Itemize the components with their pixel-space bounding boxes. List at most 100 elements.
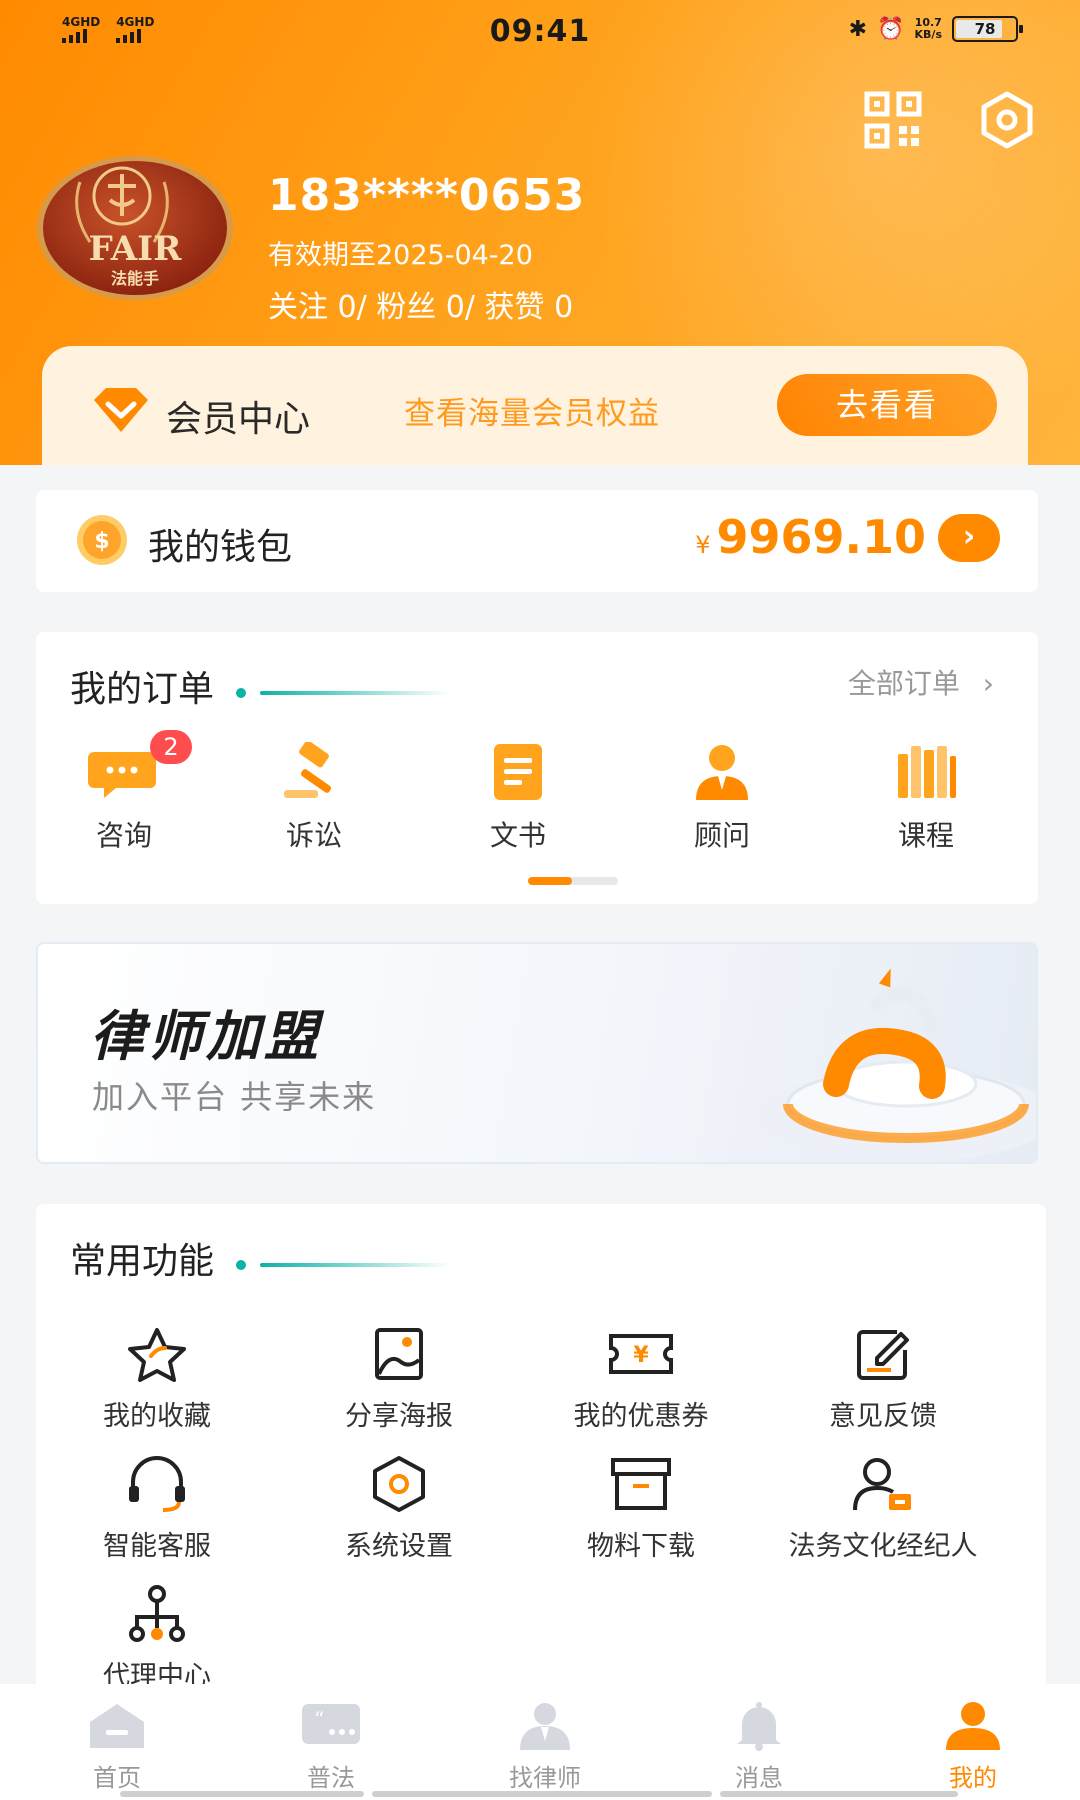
svg-text:¥: ¥: [633, 1343, 649, 1368]
battery-icon: 78: [952, 16, 1023, 42]
qr-code-icon[interactable]: [863, 90, 923, 150]
membership-expiry: 有效期至2025-04-20: [268, 240, 533, 271]
chevron-right-icon[interactable]: ›: [938, 514, 1000, 562]
banner-subtitle: 加入平台 共享未来: [92, 1078, 377, 1116]
coin-icon: $: [76, 514, 128, 566]
order-item-label: 咨询: [95, 819, 152, 852]
tab-messages[interactable]: 消息: [652, 1684, 866, 1800]
tab-label: 首页: [93, 1764, 141, 1792]
function-feedback[interactable]: 意见反馈: [762, 1324, 1004, 1454]
function-label: 我的收藏: [103, 1401, 211, 1432]
my-orders-card: 我的订单 全部订单 › 2 咨询 诉讼 文书 顾问 课程: [36, 632, 1038, 904]
function-favorites[interactable]: 我的收藏: [36, 1324, 278, 1454]
advisor-icon: [696, 745, 748, 800]
function-label: 意见反馈: [829, 1401, 937, 1432]
function-coupons[interactable]: ¥ 我的优惠券: [520, 1324, 762, 1454]
function-label: 系统设置: [345, 1531, 453, 1562]
function-material-download[interactable]: 物料下载: [520, 1454, 762, 1584]
bell-icon: [737, 1702, 781, 1751]
svg-text:“: “: [314, 1707, 324, 1731]
archive-box-icon: [611, 1458, 671, 1510]
books-icon: [898, 746, 956, 798]
order-item-advisor[interactable]: 顾问: [620, 742, 824, 854]
order-item-course[interactable]: 课程: [824, 742, 1028, 854]
chevron-right-icon: ›: [982, 667, 994, 700]
functions-title: 常用功能: [70, 1241, 215, 1282]
order-item-consult[interactable]: 2 咨询: [36, 730, 212, 854]
function-system-settings[interactable]: 系统设置: [278, 1454, 520, 1584]
scroll-indicator: [528, 877, 618, 885]
user-stats[interactable]: 关注 0/ 粉丝 0/ 获赞 0: [268, 282, 585, 326]
tab-label: 普法: [307, 1764, 355, 1792]
network-speed: 10.7 KB/s: [914, 16, 942, 41]
avatar-logo-subtext: 法能手: [111, 269, 159, 288]
tab-label: 找律师: [509, 1764, 581, 1792]
order-item-litigation[interactable]: 诉讼: [212, 742, 416, 854]
function-label: 法务文化经纪人: [788, 1531, 978, 1562]
order-item-label: 顾问: [693, 819, 750, 852]
headset-icon: [129, 1456, 185, 1512]
agent-person-icon: [853, 1458, 911, 1511]
lawyer-icon: [520, 1703, 570, 1750]
lawyer-join-banner[interactable]: 律师加盟 加入平台 共享未来: [36, 942, 1038, 1164]
coupon-icon: ¥: [609, 1334, 673, 1374]
star-icon: [128, 1328, 186, 1382]
title-decoration: [260, 691, 450, 695]
function-label: 我的优惠券: [573, 1401, 709, 1432]
org-tree-icon: [129, 1585, 185, 1642]
bottom-tab-bar: 首页 “ 普法 找律师 消息 我的: [0, 1684, 1080, 1800]
document-icon: [494, 744, 542, 800]
home-indicator: [720, 1791, 958, 1797]
settings-hexagon-icon[interactable]: [977, 90, 1037, 150]
banner-title: 律师加盟: [90, 1005, 322, 1068]
avatar[interactable]: FAIR 法能手: [30, 152, 240, 310]
vip-diamond-icon: [88, 384, 154, 436]
status-bar: 4GHD 4GHD 09:41 ✱ ⏰ 10.7 KB/s 78: [0, 0, 1080, 64]
status-right: ✱ ⏰ 10.7 KB/s 78: [848, 16, 1023, 42]
order-item-document[interactable]: 文书: [416, 742, 620, 854]
quote-chat-icon: “: [302, 1704, 360, 1744]
tab-find-lawyer[interactable]: 找律师: [438, 1684, 652, 1800]
title-decoration: [236, 688, 246, 698]
function-label: 分享海报: [345, 1401, 453, 1432]
order-item-label: 文书: [489, 819, 546, 852]
orders-title: 我的订单: [70, 669, 215, 710]
currency-symbol: ¥: [695, 531, 711, 559]
tab-legal-education[interactable]: “ 普法: [224, 1684, 438, 1800]
poster-icon: [375, 1328, 423, 1380]
balance-value: 9969.10: [716, 510, 926, 564]
banner-illustration: [756, 968, 1036, 1162]
tab-label: 消息: [735, 1764, 783, 1792]
member-center-card[interactable]: 会员中心 查看海量会员权益 去看看: [42, 346, 1028, 465]
user-info: 183****0653 有效期至2025-04-20 关注 0/ 粉丝 0/ 获…: [268, 170, 585, 326]
function-customer-service[interactable]: 智能客服: [36, 1454, 278, 1584]
function-label: 物料下载: [587, 1531, 695, 1562]
order-item-label: 诉讼: [285, 819, 342, 852]
tab-home[interactable]: 首页: [10, 1684, 224, 1800]
profile-icon: [946, 1702, 1000, 1750]
wallet-balance: ¥9969.10: [695, 510, 926, 564]
title-decoration: [260, 1263, 450, 1267]
alarm-icon: ⏰: [877, 16, 905, 42]
order-item-label: 课程: [897, 819, 954, 852]
function-label: 智能客服: [103, 1531, 211, 1562]
common-functions-card: 常用功能 我的收藏 分享海报 ¥ 我的优惠券 意见反馈 智能客服 系统设置 物料…: [36, 1204, 1046, 1692]
wallet-title: 我的钱包: [148, 527, 293, 568]
all-orders-link[interactable]: 全部订单 ›: [848, 662, 994, 702]
feedback-edit-icon: [857, 1330, 909, 1380]
unread-badge: 2: [150, 730, 192, 764]
home-icon: [90, 1704, 144, 1748]
tab-mine[interactable]: 我的: [866, 1684, 1080, 1800]
view-member-button[interactable]: 去看看: [777, 374, 997, 436]
function-grid: 我的收藏 分享海报 ¥ 我的优惠券 意见反馈 智能客服 系统设置 物料下载 法务…: [36, 1324, 1046, 1714]
wallet-card[interactable]: $ 我的钱包 ¥9969.10 ›: [36, 490, 1038, 592]
bluetooth-icon: ✱: [848, 16, 868, 42]
function-share-poster[interactable]: 分享海报: [278, 1324, 520, 1454]
function-legal-agent[interactable]: 法务文化经纪人: [762, 1454, 1004, 1584]
home-indicator: [120, 1791, 364, 1797]
member-center-title: 会员中心: [166, 399, 311, 440]
member-benefits-text: 查看海量会员权益: [404, 396, 660, 432]
tab-label: 我的: [949, 1764, 997, 1792]
order-type-list: 2 咨询 诉讼 文书 顾问 课程: [36, 730, 1038, 854]
profile-header: 4GHD 4GHD 09:41 ✱ ⏰ 10.7 KB/s 78 FAIR 法能…: [0, 0, 1080, 465]
